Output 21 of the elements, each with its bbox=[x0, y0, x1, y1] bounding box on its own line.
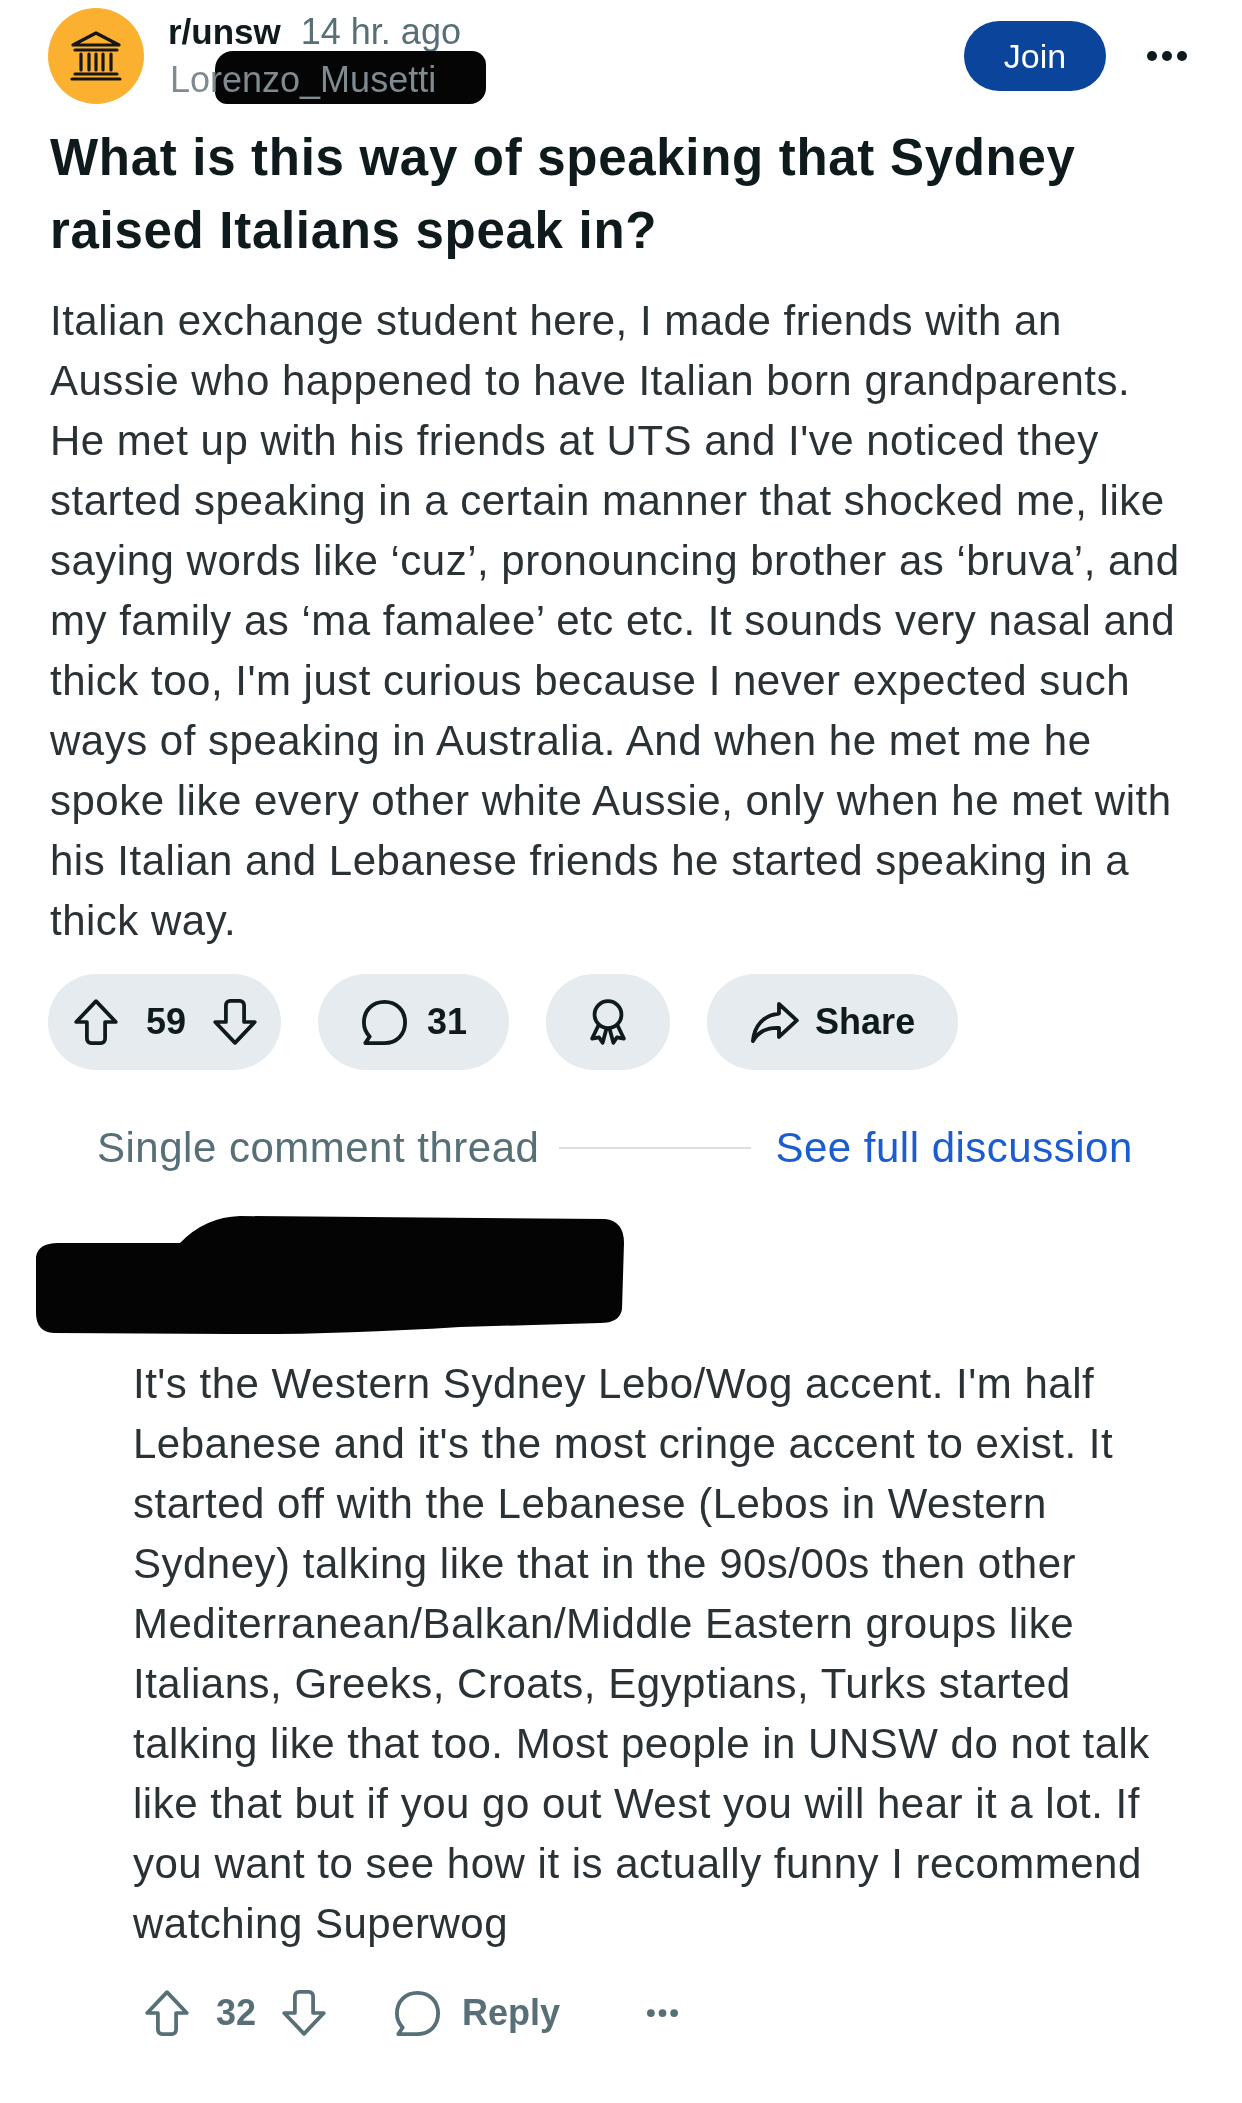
comments-button[interactable]: 31 bbox=[318, 974, 510, 1070]
bank-icon bbox=[48, 8, 144, 104]
comment-score: 32 bbox=[216, 1992, 257, 2034]
comment-icon bbox=[362, 999, 408, 1045]
reply-button[interactable]: Reply bbox=[395, 1990, 561, 2036]
share-icon bbox=[751, 1001, 800, 1043]
post-time: 14 hr. ago bbox=[300, 11, 461, 53]
more-icon[interactable] bbox=[1147, 51, 1187, 61]
post-body: Italian exchange student here, I made friends with an Aussie who happened to have Italian born grandparents. He met up with his friends at UTS and I've noticed they started speaking in a certain manner that shocked me, like saying words like ‘cuz’, pronouncing brother as ‘bruva’, and my family as ‘ma famalee’ etc etc. It sounds very nasal and thick too, I'm just curious because I never expected such ways of speaking in Australia. And when he met me he spoke like every other white Aussie, only when he met with his Italian and Lebanese friends he started speaking in a thick way. bbox=[50, 296, 1181, 946]
vote-score: 59 bbox=[146, 1001, 187, 1043]
see-full-discussion-link[interactable]: See full discussion bbox=[775, 1124, 1133, 1172]
subreddit-name[interactable]: r/unsw bbox=[168, 12, 281, 52]
post-title: What is this way of speaking that Sydney raised Italians speak in? bbox=[50, 128, 1077, 261]
thread-label: Single comment thread bbox=[97, 1124, 540, 1172]
comment-icon bbox=[395, 1990, 441, 2036]
share-button[interactable]: Share bbox=[707, 974, 959, 1070]
award-icon bbox=[590, 999, 627, 1045]
comment-body: It's the Western Sydney Lebo/Wog accent. I'm half Lebanese and it's the most cringe accent to exist. It started off with the Lebanese (Lebos in Western Sydney) talking like that in the 90s/00s then other Mediterranean/Balkan/Middle Eastern groups like Italians, Greeks, Croats, Egyptians, Turks started talking like that too. Most people in UNSW do not talk like that but if you go out West you will hear it a lot. If you want to see how it is actually funny I recommend watching Superwog bbox=[133, 1359, 1151, 1949]
upvote-icon[interactable] bbox=[74, 999, 118, 1045]
join-button[interactable]: Join bbox=[964, 21, 1106, 91]
downvote-icon[interactable] bbox=[213, 999, 258, 1045]
